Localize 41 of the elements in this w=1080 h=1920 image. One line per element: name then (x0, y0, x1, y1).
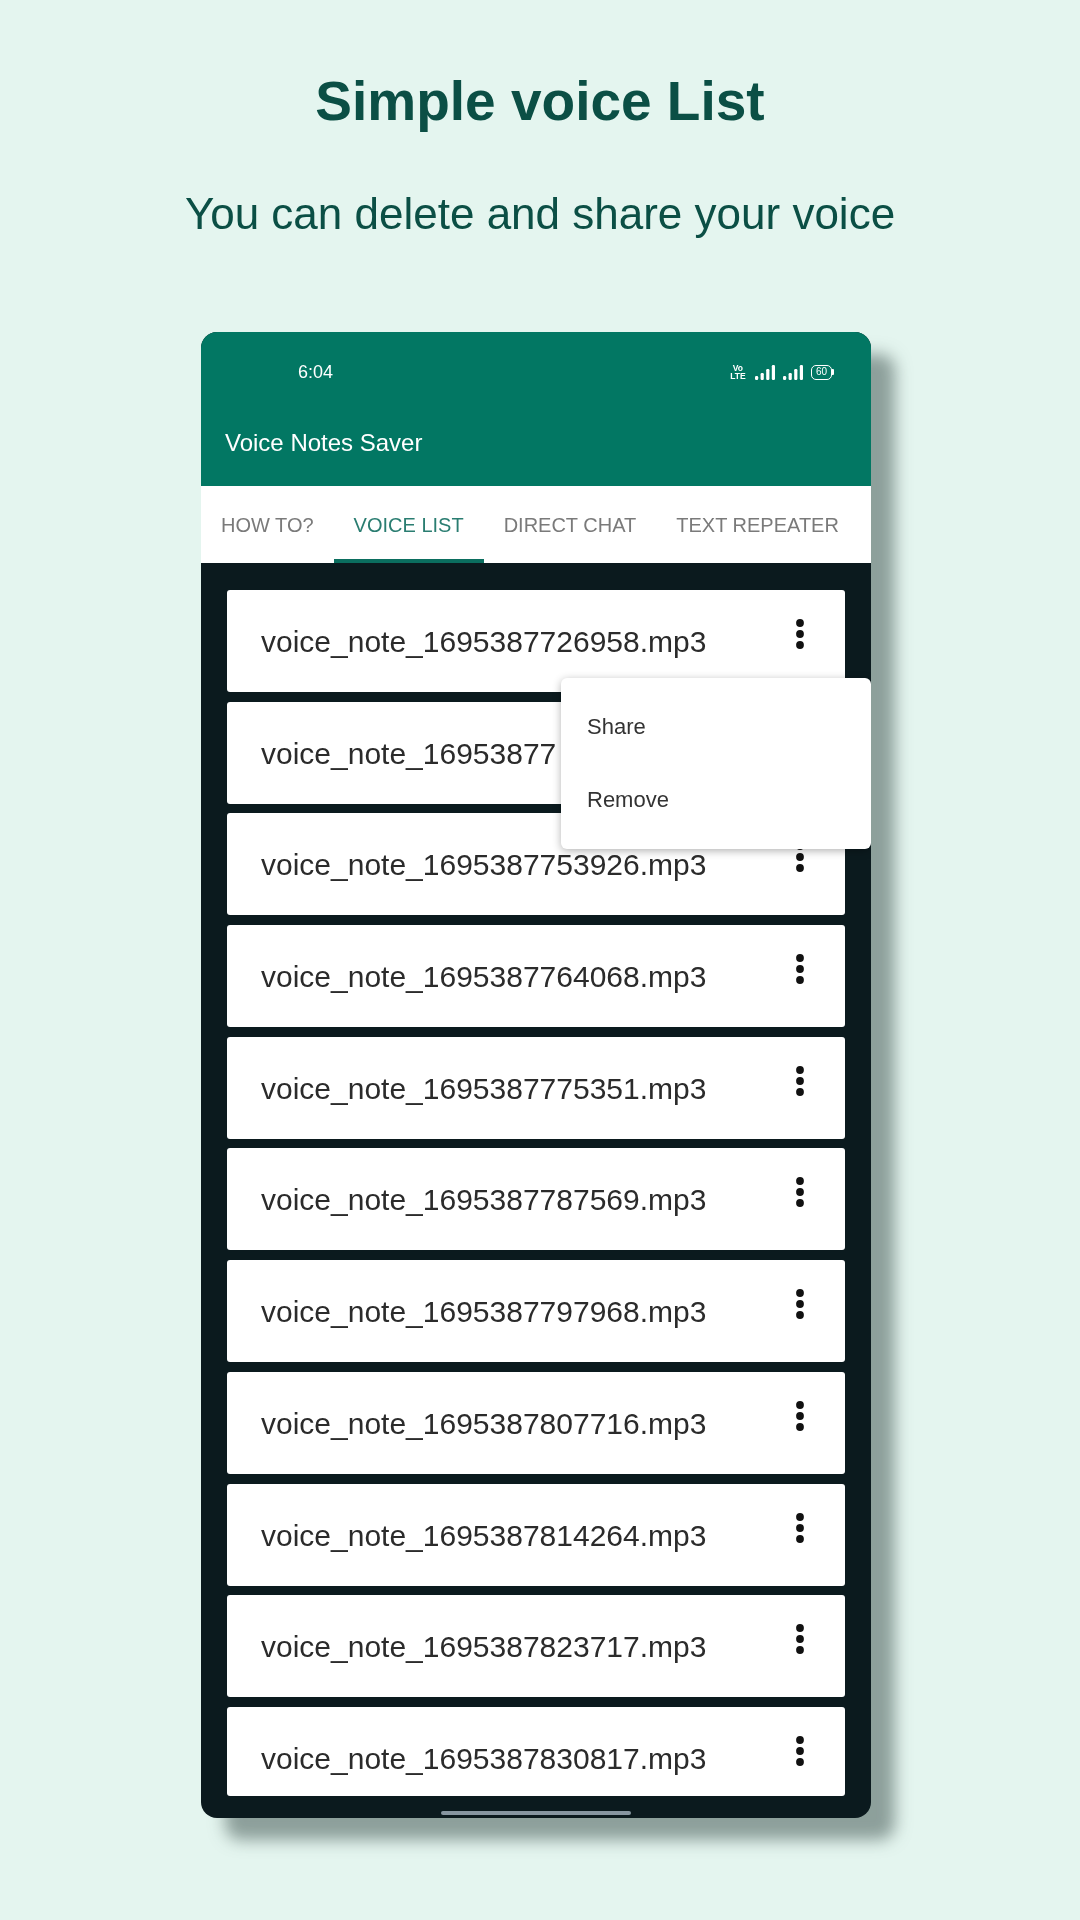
tab[interactable]: VOICE LIST (333, 486, 484, 563)
file-name: voice_note_1695387823717.mp3 (261, 1632, 707, 1663)
page-subtitle: You can delete and share your voice (184, 188, 896, 240)
voice-note-item[interactable]: voice_note_1695387823717.mp3 (227, 1595, 845, 1698)
file-name: voice_note_1695387807716.mp3 (261, 1408, 707, 1439)
voice-note-item[interactable]: voice_note_1695387764068.mp3 (227, 925, 845, 1028)
signal-icon (754, 364, 775, 380)
voice-note-item[interactable]: voice_note_1695387775351.mp3 (227, 1036, 845, 1139)
voice-note-item[interactable]: voice_note_1695387787569.mp3 (227, 1148, 845, 1251)
app-title: Voice Notes Saver (225, 428, 423, 458)
page-title: Simple voice List (315, 70, 765, 132)
tab[interactable]: HOW TO? (201, 486, 334, 563)
more-icon[interactable] (796, 1735, 804, 1766)
file-name: voice_note_1695387764068.mp3 (261, 962, 707, 993)
more-icon[interactable] (796, 1512, 804, 1543)
network-type-label: Vo LTE (729, 364, 747, 380)
more-icon[interactable] (796, 1624, 804, 1655)
file-name: voice_note_1695387775351.mp3 (261, 1073, 707, 1104)
voice-note-item[interactable]: voice_note_1695387807716.mp3 (227, 1371, 845, 1474)
file-name: voice_note_1695387814264.mp3 (261, 1520, 707, 1551)
more-icon[interactable] (796, 1065, 804, 1096)
more-icon[interactable] (796, 619, 804, 649)
tab[interactable]: DIRECT CHAT (483, 486, 657, 563)
status-time: 6:04 (298, 360, 334, 384)
more-icon[interactable] (796, 1400, 804, 1431)
more-icon[interactable] (796, 1177, 804, 1208)
file-name: voice_note_1695387797968.mp3 (261, 1297, 707, 1328)
file-name: voice_note_1695387753926.mp3 (261, 850, 707, 881)
voice-note-item[interactable]: voice_note_1695387830817.mp3 (227, 1706, 845, 1796)
file-name: voice_note_1695387726958.mp3 (261, 627, 707, 657)
voice-note-item[interactable]: voice_note_1695387797968.mp3 (227, 1260, 845, 1363)
file-name: voice_note_16953877 (261, 738, 557, 769)
tab[interactable]: TEXT REPEATER (656, 486, 859, 563)
voice-note-item[interactable]: voice_note_1695387814264.mp3 (227, 1483, 845, 1586)
voice-note-item[interactable]: voice_note_1695387726958.mp3 (227, 590, 845, 692)
file-name: voice_note_1695387787569.mp3 (261, 1185, 707, 1216)
more-icon[interactable] (796, 954, 804, 985)
battery-indicator: 60 (810, 364, 834, 380)
signal-icon (782, 364, 803, 380)
more-icon[interactable] (796, 1289, 804, 1320)
file-name: voice_note_1695387830817.mp3 (261, 1743, 707, 1774)
